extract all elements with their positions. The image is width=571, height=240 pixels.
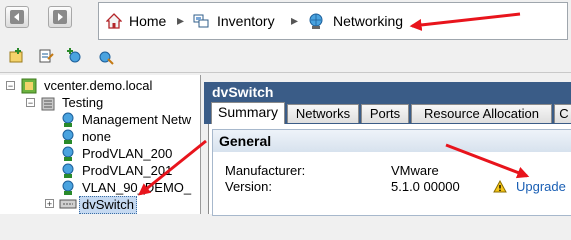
tree-item-dvswitch[interactable]: dvSwitch — [79, 196, 138, 214]
tree-item-datacenter[interactable]: Testing — [62, 95, 103, 111]
tree-item-portgroup[interactable]: ProdVLAN_200 — [82, 146, 172, 162]
edit-settings-icon[interactable] — [37, 47, 55, 65]
datacenter-icon — [41, 97, 55, 111]
breadcrumb: Home ▸ Inventory ▸ Networking — [98, 2, 568, 40]
dvswitch-icon — [59, 199, 77, 209]
breadcrumb-networking[interactable]: Networking — [333, 13, 403, 29]
breadcrumb-inventory[interactable]: Inventory — [217, 13, 275, 29]
back-button[interactable] — [5, 6, 29, 28]
breadcrumb-separator: ▸ — [291, 12, 299, 28]
general-section-header: General — [213, 130, 571, 152]
tab-ports[interactable]: Ports — [361, 104, 409, 123]
version-label: Version: — [225, 179, 272, 194]
forward-arrow-icon — [53, 10, 67, 24]
add-network-icon[interactable] — [66, 47, 84, 65]
inventory-icon — [193, 14, 209, 28]
networking-globe-icon — [309, 13, 323, 29]
expander-datacenter[interactable]: − — [26, 98, 35, 108]
version-value: 5.1.0 00000 — [391, 179, 460, 194]
pane-title-bar: dvSwitch — [204, 82, 571, 102]
tab-summary[interactable]: Summary — [211, 102, 285, 124]
portgroup-icon — [62, 146, 74, 161]
manufacturer-label: Manufacturer: — [225, 163, 306, 178]
expander-root[interactable]: − — [6, 81, 15, 91]
vcenter-icon — [21, 78, 37, 94]
expander-dvswitch[interactable]: + — [45, 199, 54, 209]
home-icon — [106, 13, 122, 29]
warning-icon — [493, 180, 507, 193]
toolbar-divider — [0, 72, 571, 73]
tree-item-vcenter[interactable]: vcenter.demo.local — [44, 78, 152, 94]
breadcrumb-separator: ▸ — [177, 12, 185, 28]
add-folder-icon[interactable] — [8, 47, 26, 65]
forward-button[interactable] — [48, 6, 72, 28]
page-title: dvSwitch — [212, 84, 274, 100]
portgroup-icon — [62, 129, 74, 144]
portgroup-icon — [62, 163, 74, 178]
tree-item-portgroup[interactable]: Management Netw — [82, 112, 191, 128]
breadcrumb-home[interactable]: Home — [129, 13, 166, 29]
tree-item-portgroup[interactable]: ProdVLAN_201 — [82, 163, 172, 179]
tree-item-portgroup[interactable]: VLAN_90_DEMO_ — [82, 180, 191, 196]
manage-hosts-icon[interactable] — [96, 47, 114, 65]
tab-networks[interactable]: Networks — [287, 104, 359, 123]
portgroup-icon — [62, 180, 74, 195]
general-heading: General — [219, 133, 272, 149]
manufacturer-value: VMware — [391, 163, 439, 178]
tree-item-portgroup[interactable]: none — [82, 129, 111, 145]
inventory-tree: − vcenter.demo.local − Testing Managemen… — [0, 75, 201, 214]
upgrade-link[interactable]: Upgrade — [516, 179, 566, 194]
tab-overflow[interactable]: C — [554, 104, 571, 123]
tab-resource-allocation[interactable]: Resource Allocation — [411, 104, 552, 123]
back-arrow-icon — [10, 10, 24, 24]
portgroup-icon — [62, 112, 74, 127]
